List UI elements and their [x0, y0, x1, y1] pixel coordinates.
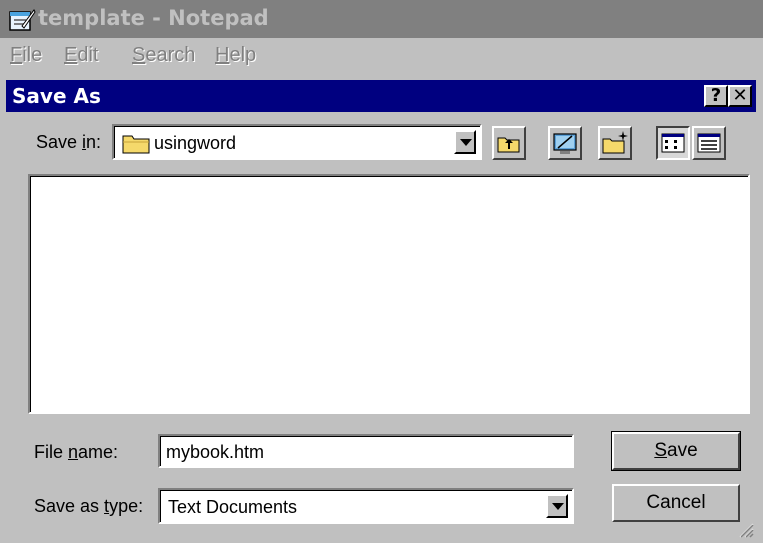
chevron-down-icon — [552, 503, 564, 510]
save-in-value: usingword — [154, 133, 237, 153]
dialog-title-bar[interactable]: Save As ? ✕ — [6, 80, 756, 112]
notepad-menu-bar: File Edit Search Help — [0, 38, 763, 72]
save-in-label-post: n: — [86, 132, 102, 152]
new-folder-button[interactable] — [598, 126, 632, 160]
menu-file-label: ile — [22, 44, 43, 66]
up-one-level-icon — [497, 137, 520, 153]
list-view-button[interactable] — [656, 126, 690, 160]
notepad-title-bar[interactable]: template - Notepad — [0, 0, 763, 38]
new-folder-icon — [602, 131, 628, 154]
menu-edit-label: dit — [77, 44, 99, 66]
menu-file-accel: F — [10, 44, 23, 66]
details-view-icon — [697, 133, 721, 153]
file-list[interactable] — [28, 174, 750, 414]
file-name-label-accel: n — [68, 442, 79, 462]
menu-help-accel: H — [215, 44, 230, 66]
save-button[interactable]: Save — [611, 431, 741, 471]
save-button-accel: S — [654, 440, 668, 461]
file-name-label: File name: — [34, 442, 118, 463]
file-name-value: mybook.htm — [166, 442, 265, 462]
save-in-combo[interactable]: usingword — [112, 124, 482, 160]
resize-grip-icon[interactable] — [736, 520, 754, 543]
dialog-title: Save As — [12, 84, 101, 108]
file-name-label-post: ame: — [78, 442, 119, 462]
menu-help[interactable]: Help — [215, 44, 256, 67]
save-type-label-post: ype: — [109, 496, 144, 516]
notepad-title: template - Notepad — [38, 6, 269, 30]
chevron-down-icon — [460, 139, 472, 146]
desktop-button[interactable] — [548, 126, 582, 160]
notepad-icon — [8, 6, 36, 32]
menu-search-label: earch — [145, 44, 196, 66]
menu-help-label: elp — [229, 44, 257, 66]
menu-edit-accel: E — [64, 44, 78, 66]
cancel-button[interactable]: Cancel — [612, 484, 740, 522]
save-in-label-pre: Save — [36, 132, 83, 152]
folder-icon — [122, 132, 150, 159]
file-name-input[interactable]: mybook.htm — [158, 434, 574, 468]
help-button[interactable]: ? — [704, 85, 728, 107]
menu-search[interactable]: Search — [132, 44, 195, 67]
details-view-button[interactable] — [692, 126, 726, 160]
save-type-value: Text Documents — [168, 497, 298, 517]
save-type-dropdown-button[interactable] — [546, 494, 568, 518]
up-one-level-button[interactable] — [492, 126, 526, 160]
save-type-label: Save as type: — [34, 496, 143, 517]
list-view-icon — [661, 133, 685, 153]
save-in-label: Save in: — [36, 132, 101, 153]
menu-search-accel: S — [132, 44, 146, 66]
menu-file[interactable]: File — [10, 44, 42, 67]
save-type-combo[interactable]: Text Documents — [158, 488, 574, 524]
close-button[interactable]: ✕ — [728, 85, 752, 107]
save-in-dropdown-button[interactable] — [454, 130, 476, 154]
save-type-label-pre: Save as — [34, 496, 105, 516]
save-button-post: ave — [667, 440, 698, 461]
menu-edit[interactable]: Edit — [64, 44, 98, 67]
file-name-label-pre: File — [34, 442, 69, 462]
desktop-icon — [553, 133, 577, 154]
